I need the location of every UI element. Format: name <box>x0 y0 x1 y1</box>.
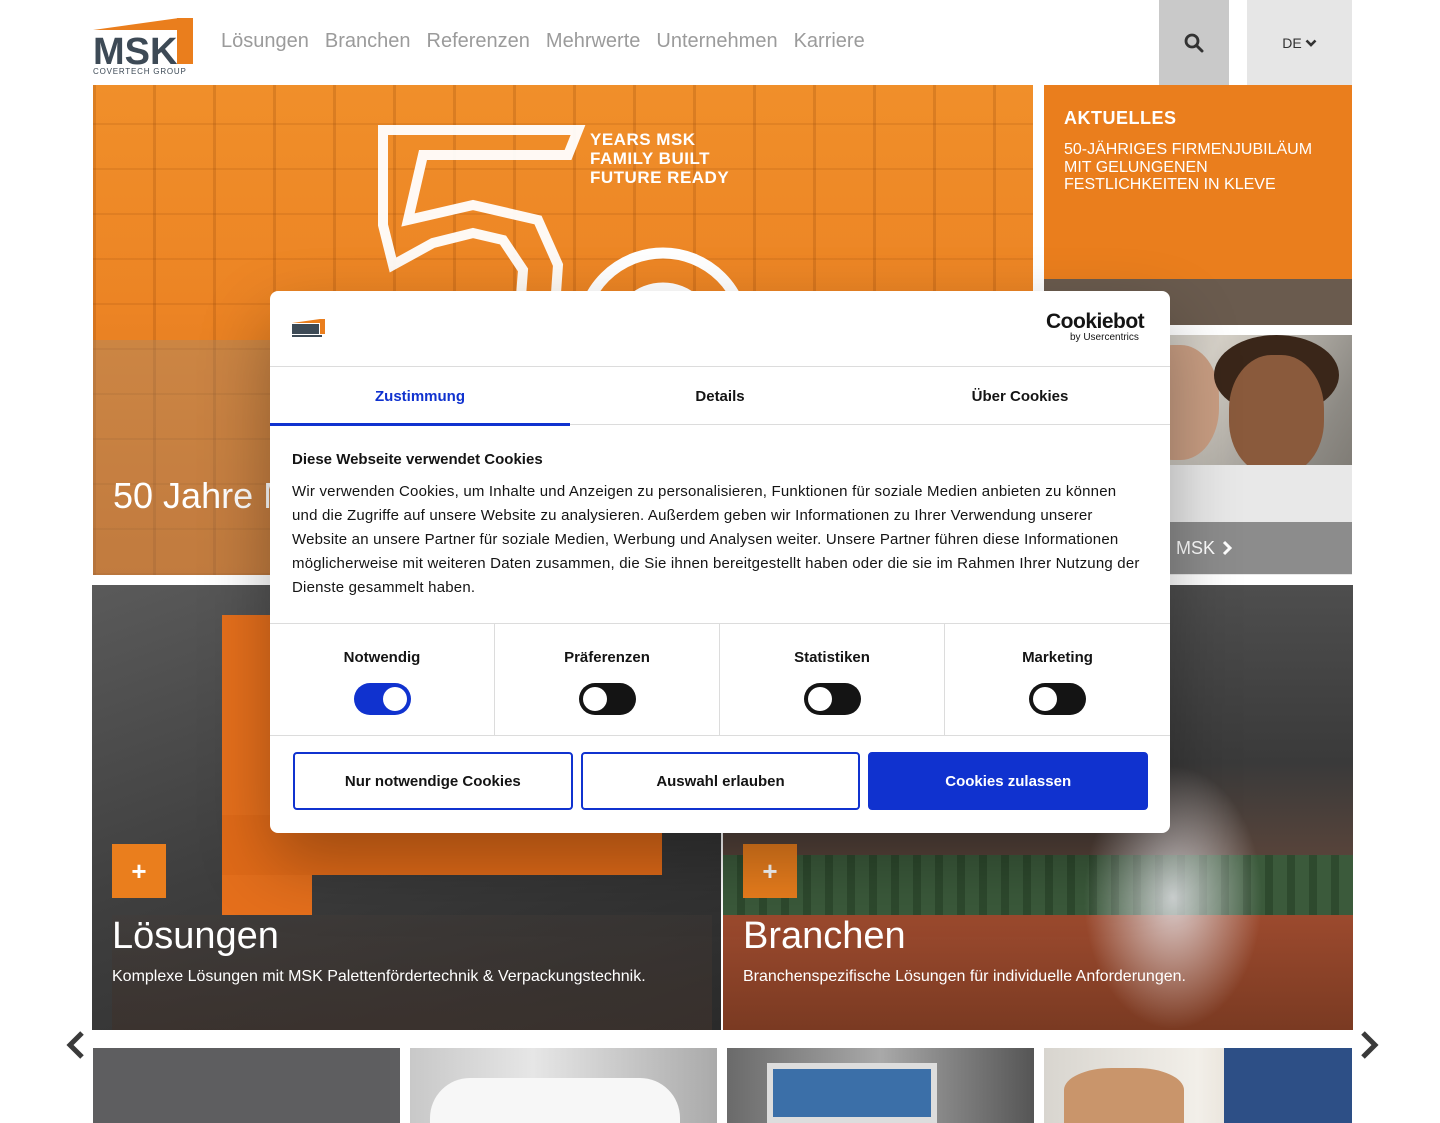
tile-text: Branchenspezifische Lösungen für individ… <box>743 968 1186 985</box>
nav-loesungen[interactable]: Lösungen <box>221 30 309 53</box>
cookie-header: Cookiebot by Usercentrics <box>270 291 1170 367</box>
nav-mehrwerte[interactable]: Mehrwerte <box>546 30 640 53</box>
hero-tagline: YEARS MSK FAMILY BUILT FUTURE READY <box>590 130 729 187</box>
consent-statistiken: Statistiken <box>720 624 945 736</box>
plus-button[interactable]: + <box>743 844 797 898</box>
consent-categories: Notwendig Präferenzen Statistiken Market… <box>270 623 1170 736</box>
toggle-knob <box>382 687 407 711</box>
consent-label: Präferenzen <box>564 649 650 666</box>
cookiebot-wordmark: Cookiebot <box>1046 310 1145 333</box>
nav-branchen[interactable]: Branchen <box>325 30 411 53</box>
news-heading: AKTUELLES <box>1064 108 1177 128</box>
page: MSK COVERTECH GROUP Lösungen Branchen Re… <box>0 0 1440 1123</box>
cookie-dialog: Cookiebot by Usercentrics Zustimmung Det… <box>270 291 1170 833</box>
cookie-description: Wir verwenden Cookies, um Inhalte und An… <box>292 483 1140 596</box>
tab-zustimmung[interactable]: Zustimmung <box>270 367 570 426</box>
teaser-3[interactable] <box>727 1048 1034 1123</box>
chevron-down-icon <box>1305 39 1317 47</box>
tagline-line-1: YEARS MSK <box>590 130 696 149</box>
person-photo <box>1229 355 1324 475</box>
plus-button[interactable]: + <box>112 844 166 898</box>
tagline-line-2: FAMILY BUILT <box>590 149 710 168</box>
cookie-tabs: Zustimmung Details Über Cookies <box>270 367 1170 426</box>
nav-referenzen[interactable]: Referenzen <box>427 30 530 53</box>
news-box[interactable]: AKTUELLES 50-JÄHRIGES FIRMENJUBILÄUM MIT… <box>1044 85 1352 325</box>
cookiebot-byline: by Usercentrics <box>1070 332 1139 343</box>
slider-next[interactable] <box>1357 1030 1381 1060</box>
language-selector[interactable]: DE <box>1247 0 1352 85</box>
cookie-body: Diese Webseite verwendet Cookies Wir ver… <box>292 451 1142 600</box>
nav-karriere[interactable]: Karriere <box>794 30 865 53</box>
cookie-heading: Diese Webseite verwendet Cookies <box>292 451 543 468</box>
toggle-knob <box>807 687 832 711</box>
consent-marketing: Marketing <box>945 624 1170 736</box>
toggle-knob <box>1033 687 1057 711</box>
site-header: MSK COVERTECH GROUP Lösungen Branchen Re… <box>0 0 1440 85</box>
van-image <box>430 1078 680 1123</box>
search-icon <box>1184 33 1204 52</box>
arrow-right-icon <box>1361 1031 1379 1059</box>
language-label: DE <box>1282 34 1302 51</box>
plus-icon: + <box>131 855 147 886</box>
hero-title: 50 Jahre M <box>113 475 294 516</box>
search-button[interactable] <box>1159 0 1229 85</box>
chevron-right-icon <box>1222 540 1233 556</box>
plus-icon: + <box>762 855 778 886</box>
consent-notwendig: Notwendig <box>270 624 495 736</box>
allow-selection-button[interactable]: Auswahl erlauben <box>580 752 861 810</box>
consent-praeferenzen: Präferenzen <box>495 624 720 736</box>
teaser-2[interactable] <box>410 1048 717 1123</box>
touchscreen-image <box>767 1063 937 1123</box>
msk-logo[interactable]: MSK COVERTECH GROUP <box>93 18 193 76</box>
logo-subtitle: COVERTECH GROUP <box>93 67 187 76</box>
consent-label: Notwendig <box>343 649 421 666</box>
toggle-statistiken[interactable] <box>803 683 861 715</box>
necessary-cookies-button[interactable]: Nur notwendige Cookies <box>293 752 573 810</box>
main-nav: Lösungen Branchen Referenzen Mehrwerte U… <box>221 30 865 53</box>
tab-ueber-cookies[interactable]: Über Cookies <box>870 367 1170 425</box>
consent-label: Marketing <box>1022 649 1093 666</box>
cookie-buttons: Nur notwendige Cookies Auswahl erlauben … <box>293 752 1149 810</box>
tile-text: Komplexe Lösungen mit MSK Palettenförder… <box>112 968 646 985</box>
news-text: 50-JÄHRIGES FIRMENJUBILÄUM MIT GELUNGENE… <box>1064 141 1313 193</box>
teaser-1[interactable] <box>93 1048 400 1123</box>
tab-details[interactable]: Details <box>570 367 870 425</box>
allow-all-cookies-button[interactable]: Cookies zulassen <box>868 752 1149 810</box>
toggle-notwendig[interactable] <box>353 683 411 715</box>
toggle-marketing[interactable] <box>1029 683 1086 715</box>
consent-label: Statistiken <box>794 649 870 666</box>
arrow-left-icon <box>66 1031 84 1059</box>
tile-title: Branchen <box>743 915 906 957</box>
hands-image <box>1064 1068 1184 1123</box>
tagline-line-3: FUTURE READY <box>590 168 730 187</box>
toggle-praeferenzen[interactable] <box>578 683 636 715</box>
toggle-knob <box>582 687 607 711</box>
cookiebot-logo[interactable]: Cookiebot by Usercentrics <box>1046 311 1148 343</box>
tile-title: Lösungen <box>112 915 279 957</box>
teaser-4[interactable] <box>1044 1048 1352 1123</box>
sleeve-image <box>1224 1048 1352 1123</box>
cookie-msk-logo <box>292 319 325 338</box>
slider-prev[interactable] <box>64 1030 88 1060</box>
nav-unternehmen[interactable]: Unternehmen <box>656 30 777 53</box>
